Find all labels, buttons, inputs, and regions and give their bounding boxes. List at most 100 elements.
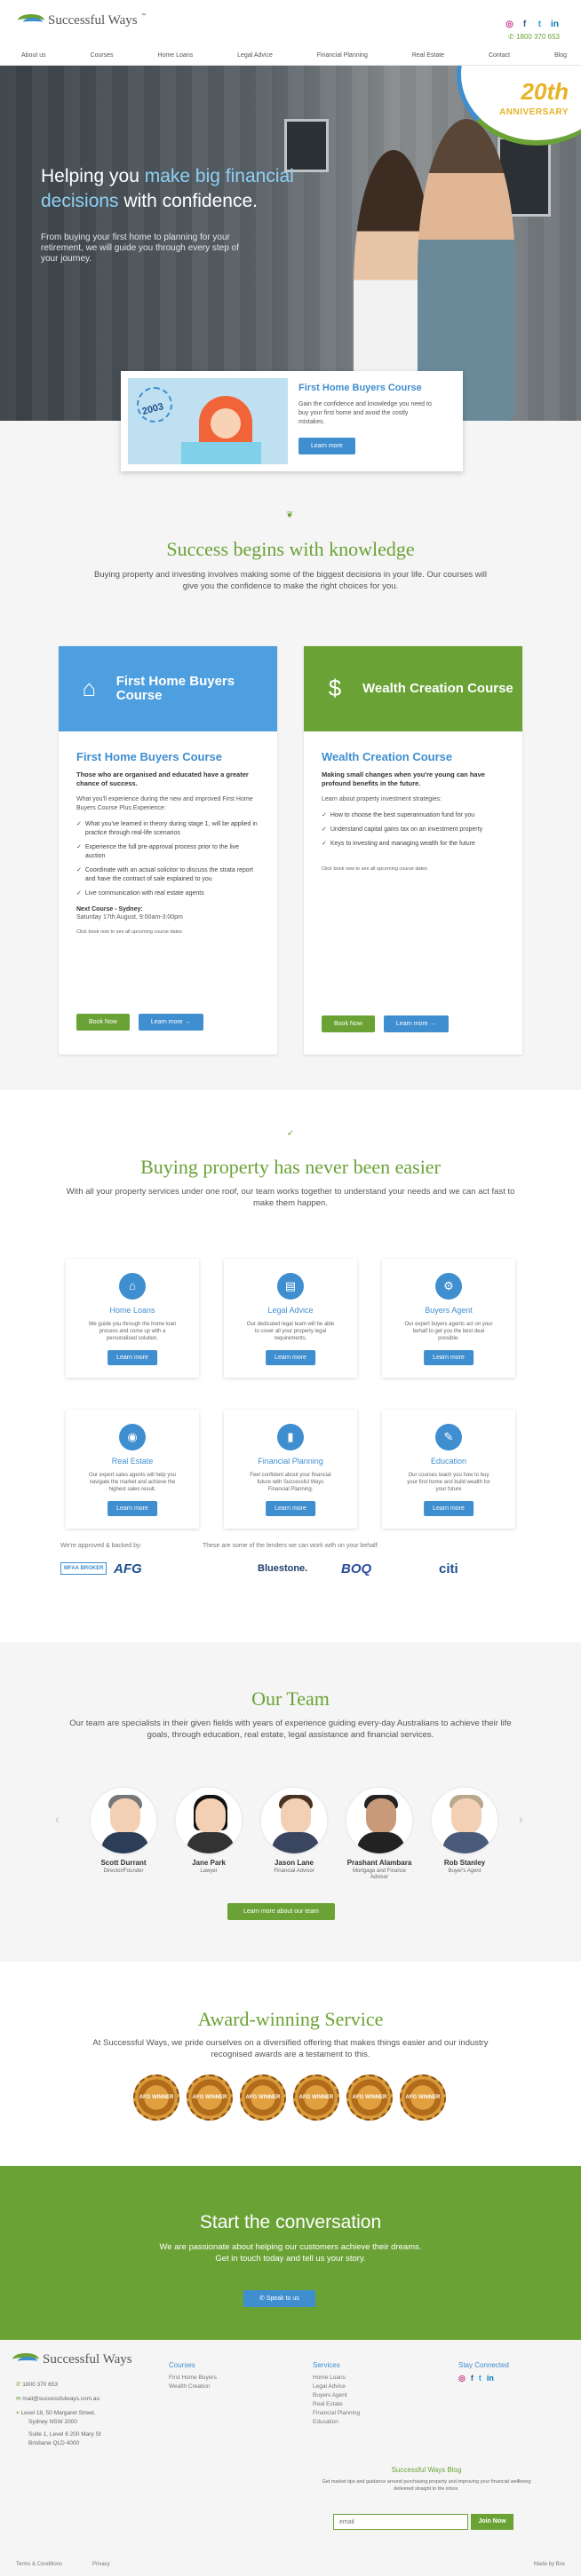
facebook-icon[interactable]: f — [471, 2374, 474, 2382]
check-icon: ✓ — [76, 820, 82, 827]
linkedin-icon[interactable]: in — [487, 2374, 494, 2382]
hero-title: Helping you make big financial decisions… — [41, 166, 294, 211]
service-learn-more-button[interactable]: Learn more — [266, 1500, 315, 1516]
footer-logo-text: Successful Ways — [43, 2351, 132, 2367]
footer-address-line: Suite 1, Level 6 200 Mary St — [28, 2431, 101, 2438]
service-learn-more-button[interactable]: Learn more — [107, 1349, 157, 1365]
join-now-button[interactable]: Join Now — [471, 2514, 513, 2530]
instagram-icon[interactable]: ◎ — [505, 20, 514, 29]
course-header-title: First Home Buyers Course — [115, 674, 235, 703]
header-phone-number: 1800 370 653 — [516, 33, 560, 41]
document-icon: ▤ — [277, 1273, 304, 1300]
service-learn-more-button[interactable]: Learn more — [424, 1349, 474, 1365]
footer-link[interactable]: Real Estate — [313, 2400, 360, 2409]
award-medal: AFG WINNER — [187, 2074, 233, 2121]
team-member-card[interactable]: Jason Lane Financial Advisor — [259, 1786, 329, 1875]
twitter-icon[interactable]: t — [535, 20, 545, 29]
service-learn-more-button[interactable]: Learn more — [107, 1500, 157, 1516]
service-desc: We guide you through the home loan proce… — [88, 1322, 177, 1342]
learn-more-button[interactable]: Learn more → — [138, 1014, 203, 1031]
nav-financial-planning[interactable]: Financial Planning — [317, 51, 368, 59]
house-icon: ⌂ — [82, 675, 97, 702]
built-by-link[interactable]: Made by Box — [534, 2561, 565, 2568]
nav-legal-advice[interactable]: Legal Advice — [237, 51, 273, 59]
member-name: Prashant Alambara — [346, 1859, 412, 1867]
speak-to-us-button[interactable]: ✆ Speak to us — [243, 2290, 315, 2308]
awards-section — [0, 1962, 581, 2166]
course-point: ✓ Experience the full pre-approval proces… — [76, 843, 240, 859]
header-phone[interactable]: ✆ 1800 370 653 — [508, 33, 560, 43]
privacy-link[interactable]: Privacy — [92, 2561, 110, 2568]
citi-logo: citi — [439, 1561, 458, 1576]
hero-banner: Helping you make big financial decisions… — [0, 66, 581, 421]
bar-chart-icon: ▮ — [277, 1424, 304, 1450]
member-role: Director/Founder — [103, 1868, 144, 1874]
nav-blog[interactable]: Blog — [554, 51, 567, 59]
team-member-card[interactable]: Rob Stanley Buyer's Agent — [430, 1786, 499, 1875]
service-card-home-loans: ⌂ Home Loans We guide you through the home… — [66, 1259, 199, 1378]
instagram-icon[interactable]: ◎ — [458, 2374, 466, 2382]
service-learn-more-button[interactable]: Learn more — [266, 1349, 315, 1365]
footer-email[interactable]: ✉ mail@successfulways.com.au — [16, 2395, 101, 2404]
course-point: ✓ Live communication with real estate age… — [76, 889, 204, 897]
service-name: Buyers Agent — [425, 1306, 473, 1315]
footer-link[interactable]: Education — [313, 2418, 360, 2427]
check-icon: ✓ — [76, 843, 82, 850]
service-name: Real Estate — [111, 1457, 154, 1466]
team-member-card[interactable]: Jane Park Lawyer — [174, 1786, 243, 1875]
footer-link[interactable]: Wealth Creation — [169, 2382, 217, 2391]
avatar — [259, 1786, 329, 1855]
team-learn-more-button[interactable]: Learn more about our team — [227, 1903, 335, 1921]
learn-more-button[interactable]: Learn more → — [383, 1015, 449, 1033]
promo-learn-more-button[interactable]: Learn more — [298, 437, 355, 455]
award-medal: AFG WINNER — [293, 2074, 339, 2121]
course-card-wealth-creation: $ Wealth Creation Course Wealth Creation… — [304, 646, 522, 1055]
footer-services: Services Home Loans Legal Advice Buyers … — [313, 2361, 360, 2427]
check-icon: ✓ — [76, 866, 82, 873]
footer-phone[interactable]: ✆ 1800 370 653 — [16, 2381, 101, 2390]
footer-link[interactable]: Financial Planning — [313, 2409, 360, 2418]
terms-link[interactable]: Terms & Conditions — [16, 2561, 62, 2568]
social-links: ◎ f t in — [505, 20, 560, 29]
service-name: Home Loans — [109, 1306, 155, 1315]
footer-link[interactable]: Home Loans — [313, 2374, 360, 2382]
anniversary-number: 20th — [521, 78, 569, 105]
nav-contact[interactable]: Contact — [489, 51, 510, 59]
brand-logo[interactable]: Successful Ways ™ — [18, 11, 147, 30]
service-learn-more-button[interactable]: Learn more — [424, 1500, 474, 1516]
nav-about[interactable]: About us — [21, 51, 46, 59]
bluestone-logo: Bluestone. — [258, 1563, 308, 1574]
twitter-icon[interactable]: t — [479, 2374, 482, 2382]
footer-link[interactable]: Legal Advice — [313, 2382, 360, 2391]
carousel-prev-icon[interactable]: ‹ — [55, 1811, 60, 1828]
course-point: ✓ What you've learned in theory during st… — [76, 820, 258, 836]
course-header: $ Wealth Creation Course — [304, 646, 522, 731]
member-name: Jason Lane — [274, 1859, 314, 1867]
mfaa-logo: MFAA BROKER — [60, 1562, 107, 1576]
check-icon: ✓ — [76, 889, 82, 897]
newsletter-email-input[interactable]: email — [333, 2514, 468, 2530]
linkedin-icon[interactable]: in — [550, 20, 560, 29]
service-name: Financial Planning — [258, 1457, 323, 1466]
carousel-next-icon[interactable]: › — [519, 1811, 523, 1828]
team-member-card[interactable]: Scott Durrant Director/Founder — [89, 1786, 158, 1875]
nav-home-loans[interactable]: Home Loans — [158, 51, 194, 59]
nav-real-estate[interactable]: Real Estate — [412, 51, 444, 59]
footer-courses: Courses First Home Buyers Wealth Creatio… — [169, 2361, 217, 2391]
service-desc: Our courses teach you how to buy your fi… — [407, 1473, 490, 1493]
globe-pin-icon: ◉ — [119, 1424, 146, 1450]
service-desc: Our dedicated legal team will be able to… — [246, 1322, 335, 1342]
book-now-button[interactable]: Book Now — [322, 1015, 375, 1033]
footer-logo[interactable]: Successful Ways — [12, 2350, 132, 2369]
promo-card: 2003 First Home Buyers Course Gain the c… — [121, 371, 463, 471]
team-member-card[interactable]: Prashant Alambara Mortgage and Finance Ad… — [345, 1786, 414, 1881]
service-card-financial-planning: ▮ Financial Planning Feel confident about … — [224, 1410, 357, 1529]
footer-link[interactable]: Buyers Agent — [313, 2391, 360, 2400]
footer-heading: Services — [313, 2361, 340, 2369]
footer-link[interactable]: First Home Buyers — [169, 2374, 217, 2382]
service-name: Education — [430, 1457, 467, 1466]
course-intro: What you'll experience during the new an… — [76, 795, 253, 811]
book-now-button[interactable]: Book Now — [76, 1014, 130, 1031]
nav-courses[interactable]: Courses — [91, 51, 114, 59]
facebook-icon[interactable]: f — [520, 20, 529, 29]
